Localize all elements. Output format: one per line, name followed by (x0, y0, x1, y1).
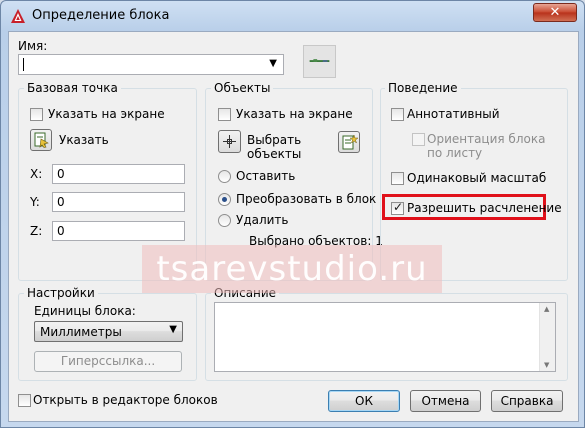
pick-point-button[interactable] (30, 129, 52, 151)
orientation-checkbox[interactable] (412, 133, 425, 146)
scroll-down-icon[interactable]: ▼ (544, 361, 549, 369)
dialog-window: Определение блока ✕ Имя: ▼ Базовая точка… (0, 0, 585, 428)
close-button[interactable]: ✕ (533, 3, 577, 22)
allow-explode-label: Разрешить расчленение (407, 201, 562, 215)
hyperlink-button[interactable]: Гиперссылка... (34, 351, 182, 372)
autocad-logo-icon (11, 9, 25, 23)
name-label: Имя: (18, 39, 48, 53)
delete-label: Удалить (236, 213, 289, 227)
objects-specify-label: Указать на экране (236, 107, 353, 121)
chevron-down-icon[interactable]: ▼ (269, 58, 277, 69)
text-cursor (23, 58, 24, 71)
allow-explode-checkbox[interactable] (391, 200, 404, 215)
quick-select-button[interactable] (338, 131, 360, 153)
block-units-label: Единицы блока: (34, 304, 136, 318)
block-units-select[interactable]: Миллиметры ▼ (34, 321, 183, 342)
block-units-value: Миллиметры (40, 325, 122, 339)
description-textarea[interactable]: ▲ ▼ (214, 302, 556, 372)
crosshair-icon (223, 135, 236, 148)
scroll-up-icon[interactable]: ▲ (544, 305, 549, 313)
base-point-title: Базовая точка (24, 81, 121, 95)
cancel-button[interactable]: Отмена (410, 390, 481, 412)
ok-button[interactable]: ОК (328, 390, 400, 412)
select-objects-button[interactable] (218, 130, 241, 153)
open-in-editor-label: Открыть в редакторе блоков (33, 393, 218, 407)
retain-radio[interactable] (218, 170, 231, 183)
orientation-label-1: Ориентация блока (427, 132, 546, 146)
pick-point-label: Указать (59, 133, 109, 147)
open-in-editor-checkbox[interactable] (18, 394, 31, 407)
y-label: Y: (30, 195, 40, 209)
behavior-title: Поведение (385, 81, 461, 95)
pick-point-icon (34, 132, 49, 148)
retain-label: Оставить (236, 169, 296, 183)
x-coordinate-input[interactable]: 0 (52, 164, 185, 184)
help-button[interactable]: Справка (491, 390, 563, 412)
objects-title: Объекты (211, 81, 274, 95)
z-label: Z: (30, 224, 43, 238)
select-objects-label-2: объекты (247, 147, 302, 161)
annotative-label: Аннотативный (407, 107, 500, 121)
delete-radio[interactable] (218, 214, 231, 227)
settings-title: Настройки (24, 286, 98, 300)
window-title: Определение блока (32, 8, 170, 23)
annotative-checkbox[interactable] (391, 108, 404, 121)
convert-to-block-label: Преобразовать в блок (236, 192, 377, 206)
watermark-overlay: tsarevstudio.ru (142, 245, 442, 293)
uniform-scale-checkbox[interactable] (391, 172, 404, 185)
select-objects-label-1: Выбрать (247, 133, 302, 147)
block-preview-thumbnail (303, 45, 336, 78)
objects-specify-checkbox[interactable] (218, 108, 231, 121)
y-coordinate-input[interactable]: 0 (52, 192, 185, 212)
name-combobox[interactable]: ▼ (18, 54, 284, 75)
base-point-specify-checkbox[interactable] (30, 108, 43, 121)
title-bar[interactable]: Определение блока ✕ (1, 1, 585, 31)
orientation-label-2: по листу (427, 146, 483, 160)
uniform-scale-label: Одинаковый масштаб (407, 171, 547, 185)
dialog-body: Имя: ▼ Базовая точка Указать на экране У… (8, 31, 579, 422)
z-coordinate-input[interactable]: 0 (52, 221, 185, 241)
quick-select-icon (342, 134, 358, 150)
chevron-down-icon: ▼ (169, 324, 177, 335)
x-label: X: (30, 167, 43, 181)
description-scrollbar[interactable]: ▲ ▼ (539, 303, 555, 371)
convert-to-block-radio[interactable] (218, 193, 231, 206)
base-point-specify-label: Указать на экране (48, 107, 165, 121)
